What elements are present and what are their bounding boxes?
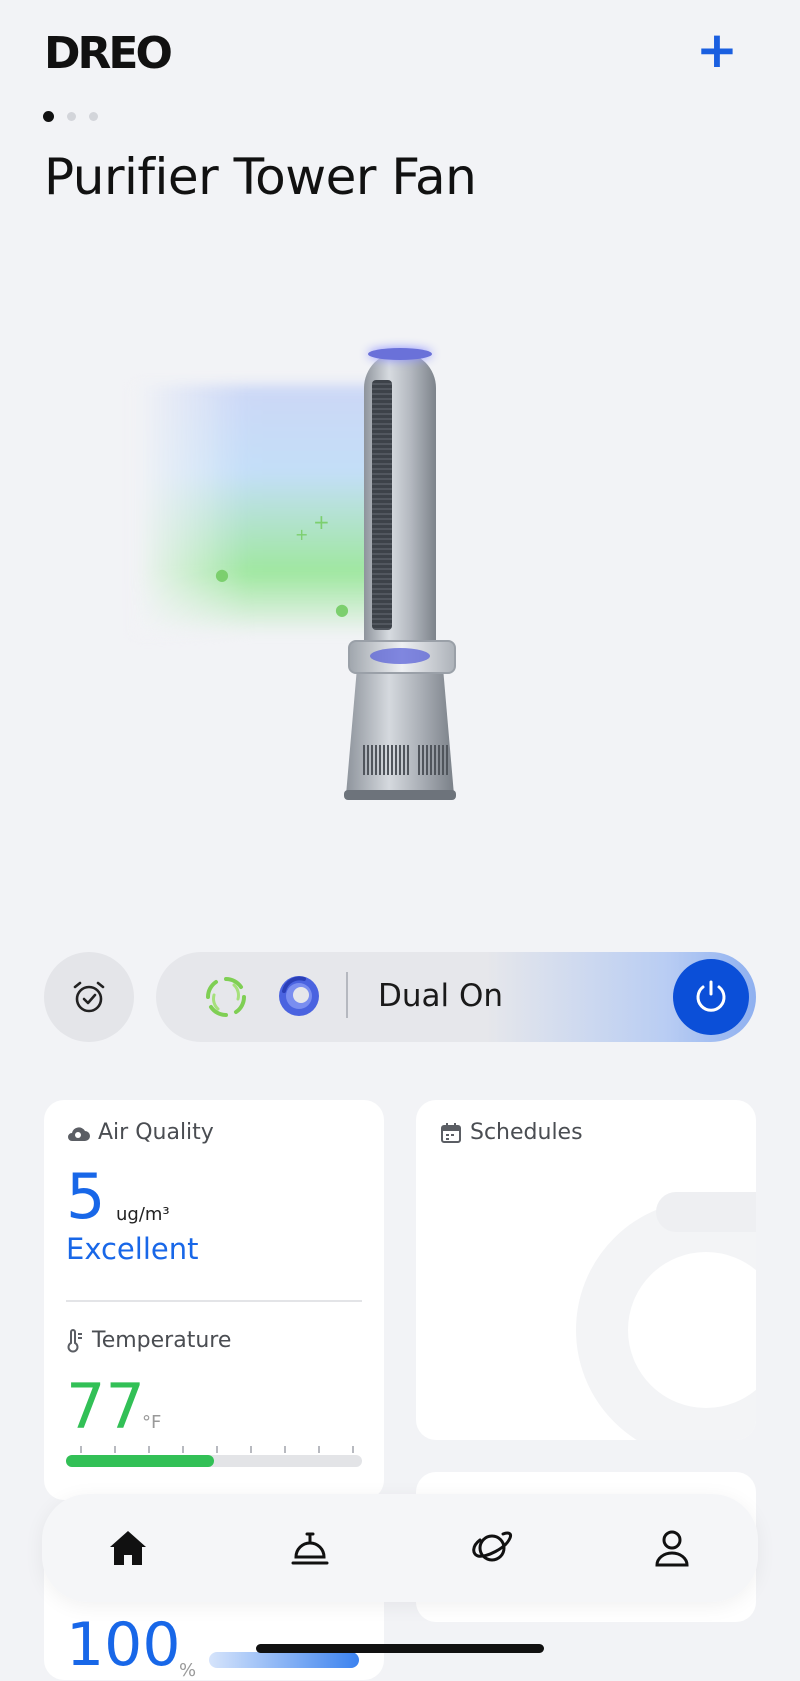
mode-divider	[346, 972, 348, 1018]
mode-label: Dual On	[378, 978, 504, 1014]
leaf-icon: ●	[335, 600, 349, 619]
ring-glow	[370, 648, 430, 664]
device-title: Purifier Tower Fan	[44, 148, 477, 206]
brand-logo: DREO	[44, 28, 173, 79]
bottom-tab-bar	[42, 1494, 758, 1602]
schedules-header: Schedules	[440, 1120, 583, 1145]
home-indicator	[256, 1644, 544, 1653]
scale-tick	[250, 1446, 252, 1453]
scale-tick	[182, 1446, 184, 1453]
cloud-icon	[68, 1126, 90, 1141]
scale-tick	[80, 1446, 82, 1453]
schedules-title: Schedules	[470, 1120, 583, 1145]
temperature-unit: °F	[142, 1412, 162, 1433]
air-quality-value: 5	[66, 1160, 106, 1233]
fan-mode-icon[interactable]	[276, 973, 322, 1019]
page-dot	[89, 112, 98, 121]
leaf-icon: +	[295, 525, 309, 544]
tower-top-light	[368, 348, 432, 360]
leaf-icon: +	[313, 510, 330, 534]
temperature-header: Temperature	[66, 1328, 231, 1353]
temperature-bar	[66, 1455, 362, 1467]
planet-icon	[472, 1531, 512, 1562]
home-icon	[110, 1531, 146, 1565]
tab-services[interactable]	[286, 1524, 334, 1572]
scale-tick	[284, 1446, 286, 1453]
air-quality-card[interactable]: Air Quality 5 ug/m³ Excellent Temperatur…	[44, 1100, 384, 1500]
humidity-bar	[209, 1652, 359, 1668]
tab-explore[interactable]	[468, 1524, 516, 1572]
scale-tick	[318, 1446, 320, 1453]
power-button[interactable]	[673, 959, 749, 1035]
power-icon	[696, 980, 726, 1012]
schedule-decoration	[576, 1200, 756, 1440]
device-image: + + ● ●	[120, 340, 480, 830]
humidity-unit: %	[179, 1660, 197, 1681]
scale-tick	[352, 1446, 354, 1453]
scale-tick	[148, 1446, 150, 1453]
tab-profile[interactable]	[648, 1524, 696, 1572]
plus-icon: +	[696, 21, 738, 79]
tower-grille	[372, 380, 392, 630]
schedules-card[interactable]: Schedules	[416, 1100, 756, 1440]
scale-tick	[216, 1446, 218, 1453]
leaf-icon: ●	[215, 565, 229, 584]
profile-icon	[655, 1530, 689, 1567]
page-dot-active	[43, 111, 54, 122]
thermometer-icon	[67, 1328, 82, 1353]
air-quality-title: Air Quality	[98, 1120, 214, 1145]
tower-foot	[344, 790, 456, 800]
calendar-icon	[441, 1122, 461, 1143]
page-indicator	[43, 111, 98, 122]
temperature-bar-fill	[66, 1455, 214, 1467]
temperature-value: 77	[66, 1370, 145, 1443]
air-quality-header: Air Quality	[66, 1120, 214, 1145]
alarm-clock-icon	[73, 981, 105, 1013]
airflow-graphic	[135, 385, 385, 635]
service-bell-icon	[291, 1532, 329, 1565]
timer-button[interactable]	[44, 952, 134, 1042]
purify-mode-icon[interactable]	[204, 975, 248, 1019]
air-quality-unit: ug/m³	[116, 1204, 170, 1225]
add-device-button[interactable]: +	[695, 25, 739, 75]
temperature-title: Temperature	[92, 1328, 232, 1353]
air-quality-rating: Excellent	[66, 1232, 199, 1266]
page-dot	[67, 112, 76, 121]
base-vent	[418, 745, 448, 775]
card-divider	[66, 1300, 362, 1302]
tower-base	[346, 670, 454, 795]
schedule-decoration	[656, 1192, 756, 1232]
base-vent	[363, 745, 411, 775]
humidity-value: 100	[66, 1610, 181, 1680]
tab-home[interactable]	[104, 1524, 152, 1572]
scale-tick	[114, 1446, 116, 1453]
